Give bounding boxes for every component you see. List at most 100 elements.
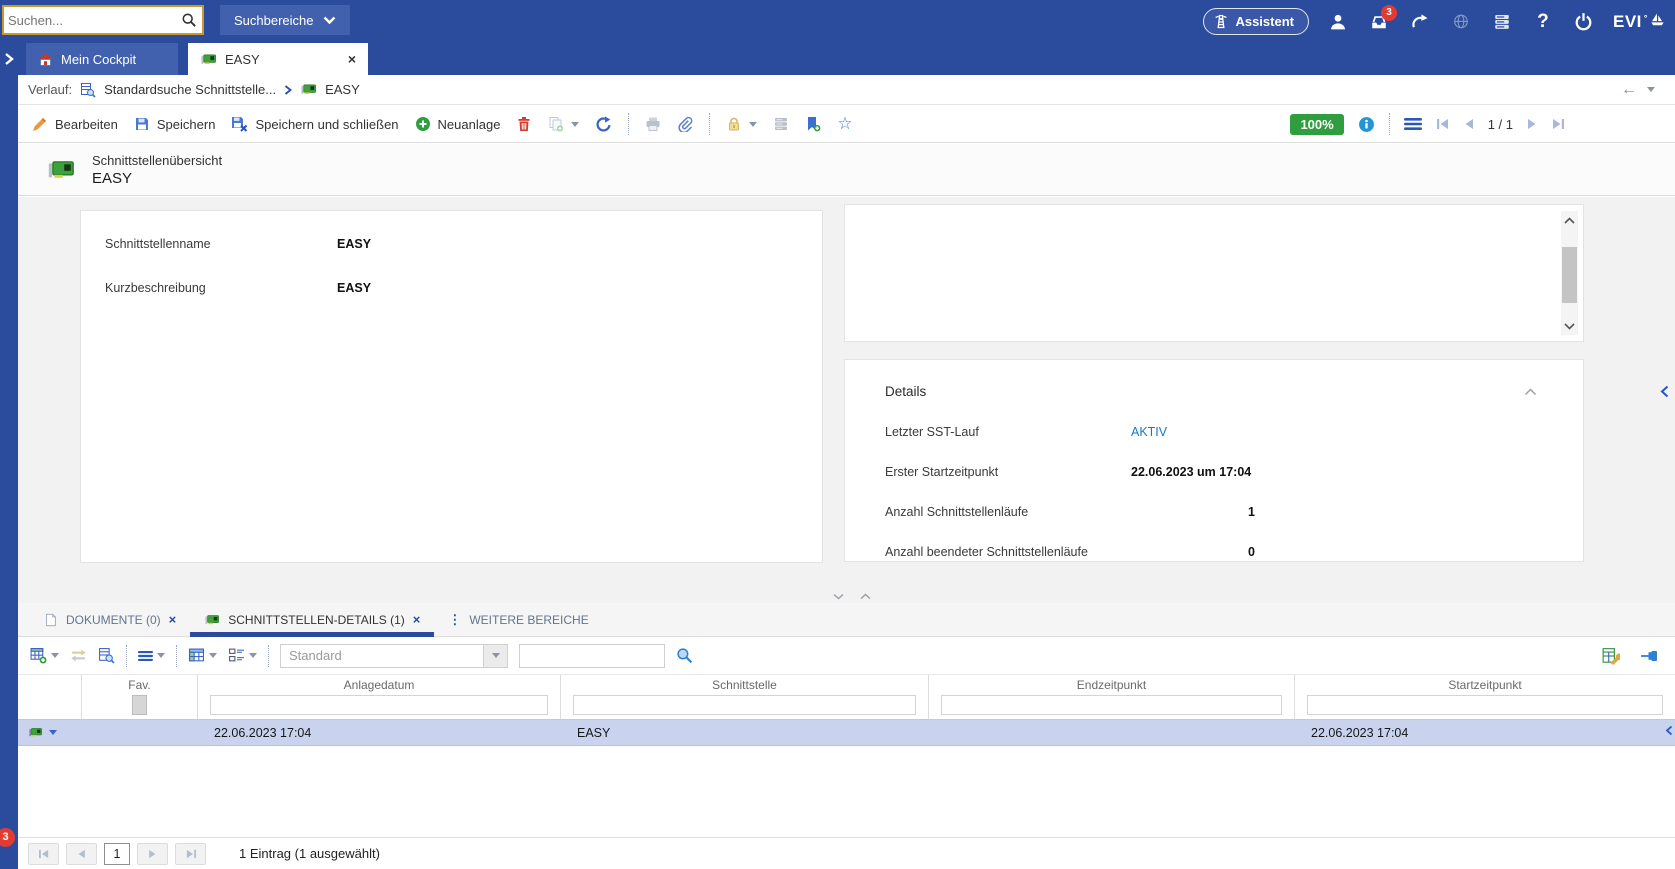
- lock-dropdown-icon[interactable]: [749, 121, 758, 127]
- list-layout-icon: [229, 648, 244, 662]
- dropdown-icon[interactable]: [209, 653, 217, 658]
- history-back-icon[interactable]: ←: [1621, 81, 1637, 98]
- sidebar-expand-icon[interactable]: [0, 43, 26, 75]
- protocol-button[interactable]: [773, 116, 789, 132]
- copy-dropdown-icon[interactable]: [571, 121, 580, 127]
- splitter-expand-up-icon[interactable]: [860, 593, 871, 600]
- create-new-button[interactable]: Neuanlage: [415, 116, 500, 132]
- refresh-button[interactable]: [595, 115, 612, 133]
- copy-record-button[interactable]: [548, 116, 580, 132]
- view-select[interactable]: Standard: [280, 643, 508, 668]
- current-page-box[interactable]: 1: [104, 842, 130, 865]
- collapse-panel-icon[interactable]: [1524, 388, 1537, 396]
- tab-mein-cockpit[interactable]: Mein Cockpit: [26, 43, 178, 75]
- column-schnittstelle[interactable]: Schnittstelle: [561, 675, 929, 719]
- lock-button[interactable]: [726, 116, 758, 132]
- first-page-button[interactable]: [28, 842, 59, 865]
- save-button[interactable]: Speichern: [134, 116, 215, 132]
- tab-schnittstellen-details[interactable]: SCHNITTSTELLEN-DETAILS (1) ×: [190, 603, 435, 637]
- search-icon[interactable]: [181, 12, 197, 28]
- new-table-entry-button[interactable]: [30, 647, 59, 664]
- add-bookmark-button[interactable]: [805, 116, 821, 132]
- close-icon[interactable]: ×: [169, 612, 177, 627]
- next-page-button[interactable]: [137, 842, 168, 865]
- favorite-star-button[interactable]: ☆: [837, 114, 852, 134]
- splitter-expand-down-icon[interactable]: [833, 593, 844, 600]
- inbox-icon[interactable]: 3: [1367, 4, 1397, 34]
- column-startzeitpunkt[interactable]: Startzeitpunkt: [1295, 675, 1675, 719]
- search-scope-button[interactable]: Suchbereiche: [220, 5, 350, 35]
- filter-input-startzeitpunkt[interactable]: [1307, 695, 1663, 715]
- info-icon[interactable]: [1358, 116, 1375, 133]
- dropdown-icon[interactable]: [51, 653, 59, 658]
- breadcrumb: Verlauf: Standardsuche Schnittstelle... …: [18, 75, 1675, 105]
- tab-easy[interactable]: EASY ×: [188, 43, 368, 75]
- delete-button[interactable]: [516, 116, 532, 132]
- user-icon[interactable]: [1326, 10, 1350, 34]
- tab-dokumente[interactable]: DOKUMENTE (0) ×: [30, 603, 190, 636]
- row-actions-cell[interactable]: [18, 726, 82, 739]
- search-in-table-button[interactable]: [98, 647, 115, 664]
- expand-row-panel-icon[interactable]: [1665, 725, 1673, 736]
- table-search-icon: [99, 648, 115, 664]
- filter-input-schnittstelle[interactable]: [573, 695, 916, 715]
- filter-input-endzeitpunkt[interactable]: [941, 695, 1282, 715]
- quick-filter-input[interactable]: [519, 643, 665, 668]
- logout-power-icon[interactable]: [1572, 10, 1596, 34]
- close-icon[interactable]: ×: [413, 612, 421, 627]
- table-settings-button[interactable]: [1602, 647, 1620, 665]
- field-value-kurzbeschreibung: EASY: [337, 281, 372, 295]
- next-record-icon[interactable]: [1527, 118, 1537, 130]
- scrollbar[interactable]: [1561, 211, 1578, 335]
- close-icon[interactable]: ×: [348, 52, 356, 66]
- attachments-button[interactable]: [677, 116, 693, 132]
- topbar-actions: Assistent 3 ? EVI °: [1203, 0, 1665, 43]
- search-scope-label: Suchbereiche: [234, 12, 314, 28]
- column-layout-button[interactable]: [188, 647, 217, 664]
- previous-record-icon[interactable]: [1464, 118, 1474, 130]
- menu-icon[interactable]: [1403, 117, 1422, 131]
- apply-filter-button[interactable]: [676, 647, 693, 664]
- assistant-button[interactable]: Assistent: [1203, 8, 1309, 35]
- save-and-close-button[interactable]: Speichern und schließen: [231, 116, 399, 132]
- dropdown-icon[interactable]: [157, 653, 165, 658]
- pin-panel-button[interactable]: [1640, 649, 1659, 663]
- scroll-down-icon[interactable]: [1561, 317, 1578, 335]
- zoom-level-badge[interactable]: 100%: [1290, 113, 1344, 135]
- view-select-dropdown-icon[interactable]: [483, 644, 507, 667]
- transfer-button[interactable]: [70, 647, 87, 664]
- globe-icon[interactable]: [1449, 10, 1473, 34]
- column-endzeitpunkt[interactable]: Endzeitpunkt: [929, 675, 1295, 719]
- breadcrumb-item-easy[interactable]: EASY: [325, 82, 360, 97]
- last-page-button[interactable]: [175, 842, 206, 865]
- dropdown-icon[interactable]: [249, 653, 257, 658]
- history-dropdown-icon[interactable]: [1647, 87, 1655, 92]
- table-row-selected[interactable]: 22.06.2023 17:04 EASY 22.06.2023 17:04: [18, 720, 1675, 746]
- scrollbar-thumb[interactable]: [1562, 247, 1577, 303]
- last-record-icon[interactable]: [1551, 118, 1565, 130]
- redo-icon[interactable]: [1408, 10, 1432, 34]
- edit-button[interactable]: Bearbeiten: [32, 116, 118, 132]
- print-button[interactable]: [645, 116, 661, 132]
- help-icon[interactable]: ?: [1531, 10, 1555, 34]
- tab-weitere-bereiche[interactable]: ⋮ WEITERE BEREICHE: [434, 603, 602, 636]
- previous-page-button[interactable]: [66, 842, 97, 865]
- chevron-down-icon: [323, 16, 335, 24]
- search-icon: [677, 648, 693, 664]
- column-fav[interactable]: Fav.: [82, 675, 198, 719]
- scroll-up-icon[interactable]: [1561, 211, 1578, 229]
- view-layout-button[interactable]: [228, 647, 257, 664]
- collapse-sidebar-icon[interactable]: [1660, 385, 1669, 398]
- database-icon[interactable]: [1490, 10, 1514, 34]
- cell-schnittstelle: EASY: [577, 725, 611, 740]
- last-run-status-link[interactable]: AKTIV: [1131, 425, 1255, 439]
- filter-input-anlagedatum[interactable]: [210, 695, 548, 715]
- breadcrumb-item-search[interactable]: Standardsuche Schnittstelle...: [104, 82, 276, 97]
- column-anlagedatum[interactable]: Anlagedatum: [198, 675, 561, 719]
- row-menu-button[interactable]: [138, 650, 165, 662]
- row-menu-dropdown-icon[interactable]: [49, 730, 57, 735]
- first-record-icon[interactable]: [1436, 118, 1450, 130]
- details-label: Anzahl Schnittstellenläufe: [885, 505, 1029, 519]
- favorite-filter-toggle[interactable]: [132, 695, 147, 715]
- search-input[interactable]: [4, 12, 181, 28]
